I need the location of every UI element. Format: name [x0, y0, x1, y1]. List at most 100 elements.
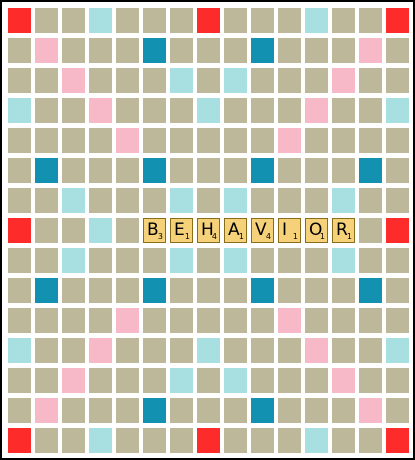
- board-square[interactable]: [386, 68, 409, 93]
- triple-word-square[interactable]: [197, 428, 220, 453]
- triple-letter-square[interactable]: [35, 278, 58, 303]
- board-square[interactable]: [116, 8, 139, 33]
- board-square[interactable]: [143, 68, 166, 93]
- double-letter-square[interactable]: [224, 68, 247, 93]
- triple-letter-square[interactable]: [251, 398, 274, 423]
- board-square[interactable]: [143, 428, 166, 453]
- board-square[interactable]: [89, 188, 112, 213]
- board-square[interactable]: [332, 98, 355, 123]
- board-square[interactable]: [359, 218, 382, 243]
- board-square[interactable]: [116, 218, 139, 243]
- board-square[interactable]: [197, 368, 220, 393]
- board-square[interactable]: [278, 188, 301, 213]
- board-square[interactable]: [359, 68, 382, 93]
- board-square[interactable]: [359, 428, 382, 453]
- double-letter-square[interactable]: [170, 368, 193, 393]
- board-square[interactable]: [89, 128, 112, 153]
- triple-letter-square[interactable]: [251, 38, 274, 63]
- board-square[interactable]: [89, 308, 112, 333]
- board-square[interactable]: [386, 248, 409, 273]
- board-square[interactable]: [170, 398, 193, 423]
- board-square[interactable]: [35, 308, 58, 333]
- board-square[interactable]: [116, 158, 139, 183]
- board-square[interactable]: [8, 158, 31, 183]
- board-square[interactable]: [89, 398, 112, 423]
- double-letter-square[interactable]: [170, 68, 193, 93]
- board-square[interactable]: [170, 128, 193, 153]
- board-square[interactable]: [62, 398, 85, 423]
- board-square[interactable]: [332, 308, 355, 333]
- double-word-square[interactable]: [359, 38, 382, 63]
- board-square[interactable]: [251, 68, 274, 93]
- board-square[interactable]: [8, 368, 31, 393]
- double-letter-square[interactable]: [89, 8, 112, 33]
- board-square[interactable]: [386, 398, 409, 423]
- board-square[interactable]: [35, 128, 58, 153]
- board-square[interactable]: [305, 368, 328, 393]
- board-square[interactable]: [278, 158, 301, 183]
- board-square[interactable]: [116, 98, 139, 123]
- double-word-square[interactable]: [89, 338, 112, 363]
- double-word-square[interactable]: [62, 68, 85, 93]
- letter-tile[interactable]: A1: [224, 218, 247, 243]
- board-square[interactable]: [305, 158, 328, 183]
- letter-tile[interactable]: B3: [143, 218, 166, 243]
- board-square[interactable]: [143, 188, 166, 213]
- board-square[interactable]: [305, 308, 328, 333]
- board-square[interactable]: [62, 38, 85, 63]
- board-square[interactable]: [251, 338, 274, 363]
- board-square[interactable]: [62, 338, 85, 363]
- double-letter-square[interactable]: [224, 188, 247, 213]
- triple-letter-square[interactable]: [143, 398, 166, 423]
- double-letter-square[interactable]: [305, 8, 328, 33]
- board-square[interactable]: [116, 68, 139, 93]
- double-word-square[interactable]: [89, 98, 112, 123]
- board-square[interactable]: [143, 8, 166, 33]
- board-square[interactable]: [62, 218, 85, 243]
- double-letter-square[interactable]: [386, 98, 409, 123]
- triple-letter-square[interactable]: [251, 278, 274, 303]
- board-square[interactable]: [170, 338, 193, 363]
- board-square[interactable]: [278, 278, 301, 303]
- board-square[interactable]: [170, 158, 193, 183]
- board-square[interactable]: [89, 158, 112, 183]
- board-square[interactable]: [251, 98, 274, 123]
- double-word-square[interactable]: [332, 68, 355, 93]
- board-square[interactable]: [197, 248, 220, 273]
- triple-word-square[interactable]: [386, 428, 409, 453]
- double-word-square[interactable]: [116, 128, 139, 153]
- board-square[interactable]: [359, 8, 382, 33]
- board-square[interactable]: [332, 38, 355, 63]
- board-square[interactable]: [359, 338, 382, 363]
- letter-tile[interactable]: E1: [170, 218, 193, 243]
- double-word-square[interactable]: [278, 128, 301, 153]
- double-letter-square[interactable]: [386, 338, 409, 363]
- board-square[interactable]: [359, 248, 382, 273]
- board-square[interactable]: [305, 128, 328, 153]
- board-square[interactable]: [359, 98, 382, 123]
- board-square[interactable]: [116, 368, 139, 393]
- board-square[interactable]: [143, 368, 166, 393]
- board-square[interactable]: [35, 188, 58, 213]
- letter-tile[interactable]: R1: [332, 218, 355, 243]
- board-square[interactable]: [197, 38, 220, 63]
- board-square[interactable]: [278, 38, 301, 63]
- board-square[interactable]: [35, 248, 58, 273]
- board-square[interactable]: [224, 158, 247, 183]
- board-square[interactable]: [197, 158, 220, 183]
- board-square[interactable]: [197, 68, 220, 93]
- double-word-square[interactable]: [35, 398, 58, 423]
- board-square[interactable]: [8, 38, 31, 63]
- triple-letter-square[interactable]: [359, 278, 382, 303]
- board-square[interactable]: [386, 368, 409, 393]
- board-square[interactable]: [116, 248, 139, 273]
- letter-tile[interactable]: H4: [197, 218, 220, 243]
- double-letter-square[interactable]: [170, 248, 193, 273]
- board-square[interactable]: [278, 8, 301, 33]
- triple-letter-square[interactable]: [143, 158, 166, 183]
- board-square[interactable]: [251, 248, 274, 273]
- board-square[interactable]: [116, 278, 139, 303]
- board-square[interactable]: [278, 428, 301, 453]
- board-square[interactable]: [62, 428, 85, 453]
- double-word-square[interactable]: [278, 308, 301, 333]
